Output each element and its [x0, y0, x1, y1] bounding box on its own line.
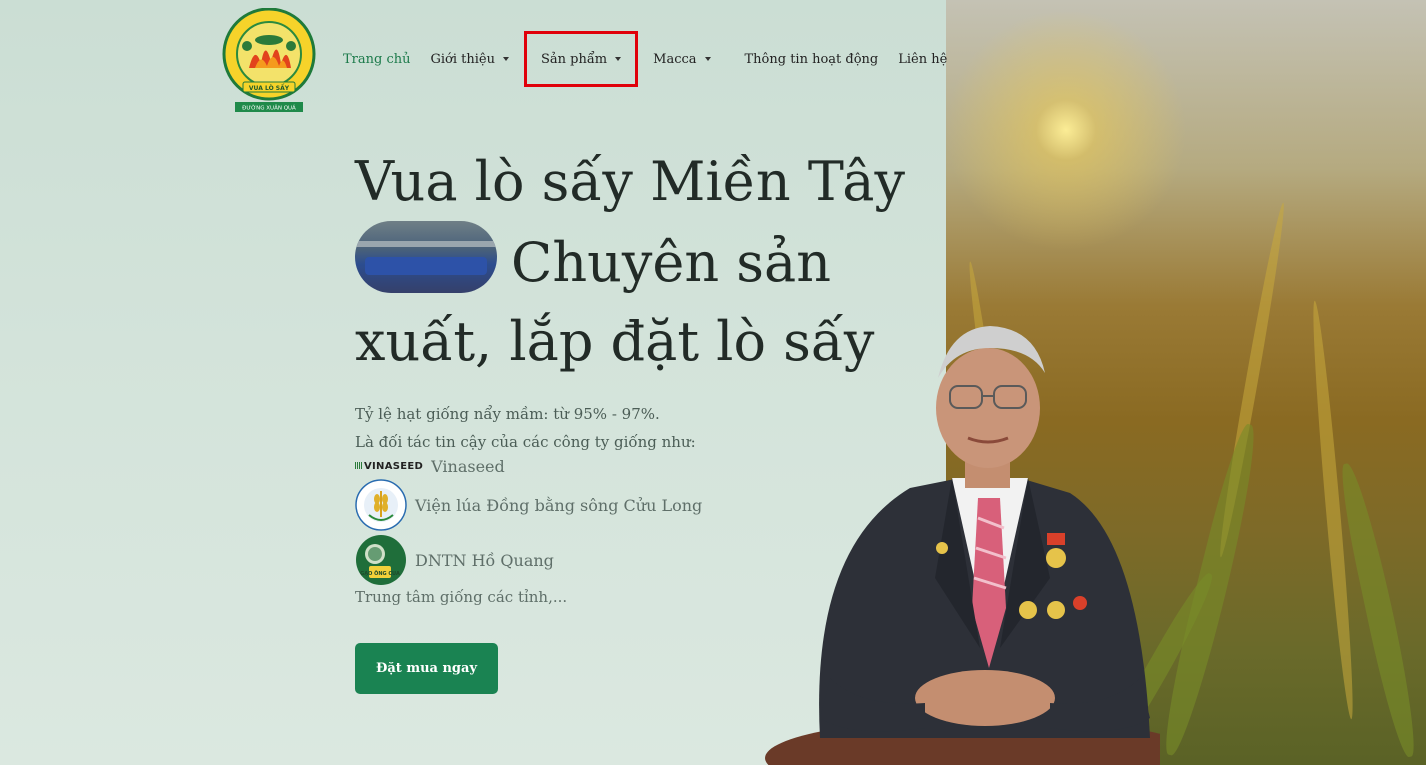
partner-name: Vinaseed [431, 457, 505, 476]
order-now-button[interactable]: Đặt mua ngay [355, 643, 498, 694]
nav-products-label: Sản phẩm [540, 51, 608, 67]
dryer-factory-image [355, 221, 497, 293]
main-nav: Trang chủ Giới thiệu Sản phẩm Macca Thôn… [333, 31, 957, 87]
nav-activities-label: Thông tin hoạt động [744, 51, 879, 67]
chevron-down-icon [615, 57, 622, 61]
site-logo[interactable]: VUA LÒ SẤY ĐƯỜNG XUÂN QUÁ [219, 8, 319, 112]
nav-home-label: Trang chủ [343, 51, 411, 67]
nav-about[interactable]: Giới thiệu [421, 40, 519, 78]
founder-portrait [765, 326, 1160, 765]
partner-ho-quang: GẠO ÔNG CUA DNTN Hồ Quang [355, 534, 554, 586]
provincial-centers-text: Trung tâm giống các tỉnh,... [355, 588, 568, 606]
nav-about-label: Giới thiệu [430, 51, 495, 67]
nav-home[interactable]: Trang chủ [333, 40, 421, 78]
chevron-down-icon [704, 57, 711, 61]
chevron-down-icon [502, 57, 509, 61]
partner-vinaseed: VINASEED Vinaseed [355, 457, 505, 476]
rice-institute-logo [355, 479, 407, 531]
vinaseed-logo: VINASEED [355, 461, 423, 472]
hero-line-1: Vua lò sấy Miền Tây [355, 150, 905, 213]
nav-contact[interactable]: Liên hệ [888, 40, 957, 78]
nav-products[interactable]: Sản phẩm [523, 31, 639, 87]
nav-macca[interactable]: Macca [643, 40, 720, 78]
nav-macca-label: Macca [653, 51, 697, 67]
partner-name: DNTN Hồ Quang [415, 550, 554, 570]
nav-activities[interactable]: Thông tin hoạt động [735, 40, 889, 78]
partner-name: Viện lúa Đồng bằng sông Cửu Long [415, 495, 703, 515]
nav-contact-label: Liên hệ [898, 51, 948, 67]
svg-text:GẠO ÔNG CUA: GẠO ÔNG CUA [360, 570, 400, 577]
logo-banner-text: VUA LÒ SẤY [249, 84, 290, 92]
partner-rice-institute: Viện lúa Đồng bằng sông Cửu Long [355, 479, 702, 531]
logo-footer-text: ĐƯỜNG XUÂN QUÁ [242, 105, 296, 112]
hero-line-2: Chuyên sản [511, 231, 831, 294]
gao-ong-cua-logo: GẠO ÔNG CUA [356, 535, 406, 585]
